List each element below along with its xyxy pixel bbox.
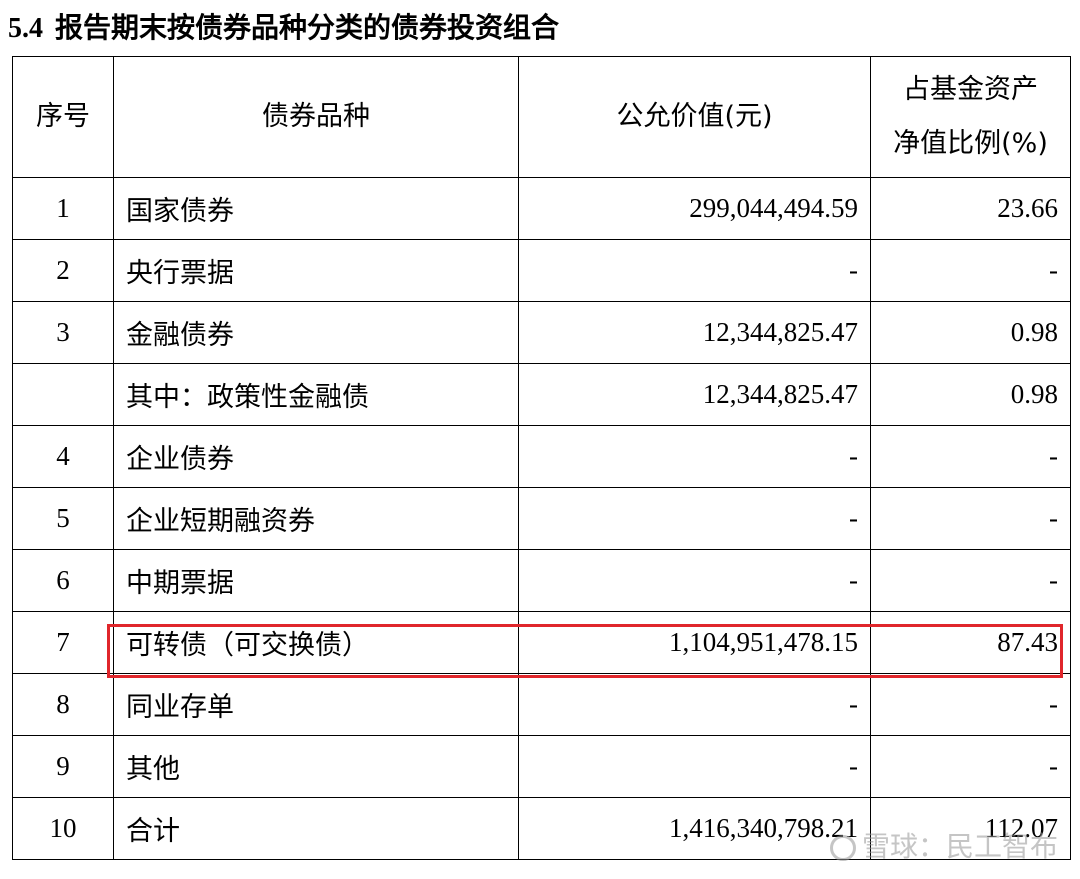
row-fair-value: - (518, 735, 871, 798)
snowball-icon (829, 835, 856, 861)
table-header-row: 序号 债券品种 公允价值(元) 占基金资产 净值比例(%) (12, 56, 1071, 178)
header-ratio: 占基金资产 净值比例(%) (870, 56, 1071, 178)
row-seq: 2 (12, 239, 114, 302)
row-fair-value: - (518, 487, 871, 550)
row-fair-value: 1,104,951,478.15 (518, 611, 871, 674)
watermark: 雪球：民工智布 (829, 825, 1058, 865)
row-category: 国家债券 (113, 177, 519, 240)
row-fair-value: 12,344,825.47 (518, 363, 871, 426)
row-seq (12, 363, 114, 426)
row-seq: 8 (12, 673, 114, 736)
table-row: 1 国家债券 299,044,494.59 23.66 (12, 177, 1071, 240)
table-row: 3 金融债券 12,344,825.47 0.98 (12, 301, 1071, 364)
row-category: 合计 (113, 797, 519, 860)
row-ratio: - (870, 549, 1071, 612)
row-ratio: 87.43 (870, 611, 1071, 674)
section-number: 5.4 (8, 13, 43, 44)
table-row-highlighted: 7 可转债（可交换债） 1,104,951,478.15 87.43 (12, 611, 1071, 674)
row-category: 其中：政策性金融债 (113, 363, 519, 426)
row-ratio: - (870, 425, 1071, 488)
row-seq: 5 (12, 487, 114, 550)
row-ratio: - (870, 735, 1071, 798)
row-ratio: - (870, 239, 1071, 302)
table-row: 8 同业存单 - - (12, 673, 1071, 736)
row-seq: 6 (12, 549, 114, 612)
row-fair-value: 299,044,494.59 (518, 177, 871, 240)
row-category: 企业债券 (113, 425, 519, 488)
row-category: 央行票据 (113, 239, 519, 302)
row-category: 企业短期融资券 (113, 487, 519, 550)
row-fair-value: - (518, 673, 871, 736)
header-ratio-line1: 占基金资产 (903, 74, 1038, 105)
row-ratio: 0.98 (870, 363, 1071, 426)
row-seq: 7 (12, 611, 114, 674)
section-heading: 报告期末按债券品种分类的债券投资组合 (55, 11, 560, 44)
section-title: 5.4 报告期末按债券品种分类的债券投资组合 (8, 8, 559, 48)
row-seq: 4 (12, 425, 114, 488)
header-ratio-line2: 净值比例(%) (893, 128, 1048, 159)
header-category: 债券品种 (113, 56, 519, 178)
header-fair-value: 公允价值(元) (518, 56, 871, 178)
row-seq: 1 (12, 177, 114, 240)
table-row: 其中：政策性金融债 12,344,825.47 0.98 (12, 363, 1071, 426)
row-ratio: 23.66 (870, 177, 1071, 240)
row-fair-value: 12,344,825.47 (518, 301, 871, 364)
row-ratio: - (870, 673, 1071, 736)
row-category: 同业存单 (113, 673, 519, 736)
header-seq: 序号 (12, 56, 114, 178)
row-seq: 9 (12, 735, 114, 798)
table-row: 4 企业债券 - - (12, 425, 1071, 488)
row-fair-value: - (518, 425, 871, 488)
row-category: 可转债（可交换债） (113, 611, 519, 674)
table-row: 5 企业短期融资券 - - (12, 487, 1071, 550)
row-category: 其他 (113, 735, 519, 798)
row-fair-value: - (518, 549, 871, 612)
row-category: 金融债券 (113, 301, 519, 364)
table-row: 2 央行票据 - - (12, 239, 1071, 302)
row-seq: 10 (12, 797, 114, 860)
row-seq: 3 (12, 301, 114, 364)
row-ratio: - (870, 487, 1071, 550)
row-fair-value: 1,416,340,798.21 (518, 797, 871, 860)
row-fair-value: - (518, 239, 871, 302)
table-row: 6 中期票据 - - (12, 549, 1071, 612)
bond-portfolio-table: 序号 债券品种 公允价值(元) 占基金资产 净值比例(%) 1 国家债券 299… (12, 56, 1071, 860)
table-row: 9 其他 - - (12, 735, 1071, 798)
watermark-text: 雪球：民工智布 (861, 830, 1058, 863)
row-ratio: 0.98 (870, 301, 1071, 364)
row-category: 中期票据 (113, 549, 519, 612)
